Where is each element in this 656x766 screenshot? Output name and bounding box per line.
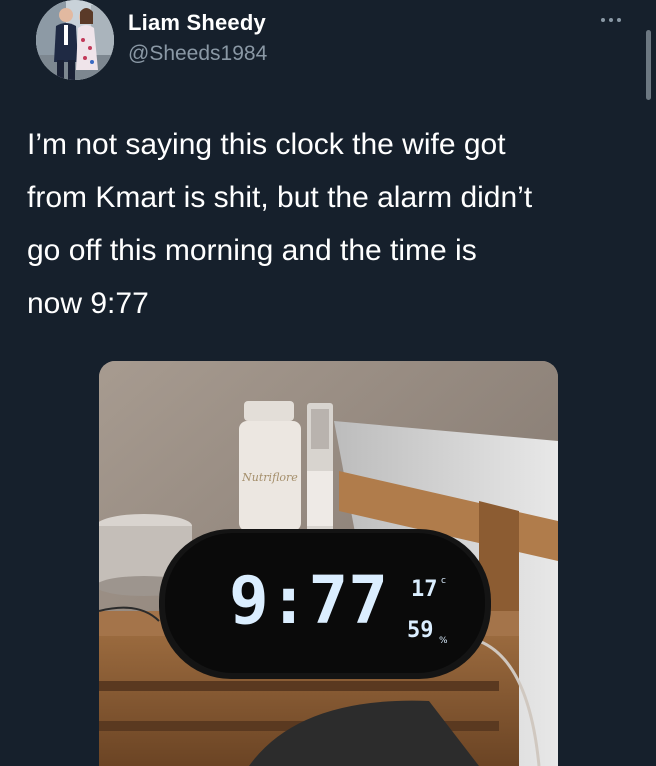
tweet-text-line: from Kmart is shit, but the alarm didn’t xyxy=(27,181,533,214)
more-horizontal-icon xyxy=(601,18,605,22)
clock-humidity: 59 xyxy=(407,618,434,643)
svg-text:Nutriflore: Nutriflore xyxy=(241,471,298,484)
tweet-photo[interactable]: Nutriflore 9:77 17 c 59 % xyxy=(99,361,558,766)
avatar[interactable] xyxy=(36,0,114,80)
tweet: Liam Sheedy @Sheeds1984 I’m not saying t… xyxy=(0,0,656,766)
clock-photo: Nutriflore 9:77 17 c 59 % xyxy=(99,361,558,766)
more-options-button[interactable] xyxy=(594,8,628,32)
clock-temperature-unit: c xyxy=(441,576,446,586)
scrollbar[interactable] xyxy=(646,30,651,100)
tweet-text-line: now 9:77 xyxy=(27,287,149,320)
avatar-photo xyxy=(36,0,114,80)
author-handle[interactable]: @Sheeds1984 xyxy=(128,42,267,66)
more-icon-dot xyxy=(609,18,613,22)
author-display-name[interactable]: Liam Sheedy xyxy=(128,10,266,36)
tweet-text: I’m not saying this clock the wife got f… xyxy=(27,118,637,330)
clock-temperature: 17 xyxy=(411,577,438,602)
more-icon-dot xyxy=(617,18,621,22)
clock-humidity-unit: % xyxy=(439,636,448,646)
tweet-text-line: I’m not saying this clock the wife got xyxy=(27,128,506,161)
tweet-text-line: go off this morning and the time is xyxy=(27,234,477,267)
clock-time-display: 9:77 xyxy=(229,562,388,639)
